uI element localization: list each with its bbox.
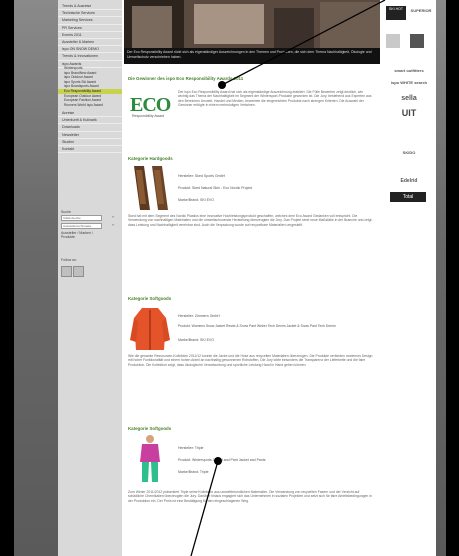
nav-item[interactable]: Trends & Ausreise	[58, 3, 122, 11]
search-row-2: Ausstellersuchmaske »	[61, 223, 119, 229]
category-title: Kategorie Softgoods	[128, 296, 172, 301]
exhibitor-search-link[interactable]: Aussteller / Marken / Produkte	[61, 231, 101, 240]
sponsor-logo-mark[interactable]	[386, 34, 400, 48]
eco-award-logo: ECO Responsibility Award	[130, 94, 172, 124]
nav-main-list: Trends & Ausreise Technische Services Ma…	[58, 3, 122, 68]
sponsor-logo[interactable]: sella	[382, 95, 436, 102]
nav-item[interactable]: Anreise	[58, 110, 122, 118]
search-go-icon[interactable]: »	[112, 215, 117, 219]
hero-photo-graphic	[124, 0, 380, 48]
jacket-product-image	[130, 308, 170, 350]
category-title: Kategorie Hardgoods	[128, 156, 173, 161]
sponsor-logo[interactable]: Total	[390, 192, 426, 202]
ski-suit-product-image	[140, 435, 160, 482]
hero-image	[124, 0, 380, 48]
nav-item[interactable]: Trends & Innovationen	[58, 53, 122, 61]
section-title: Die Gewinner des ispo Eco Responsibility…	[128, 76, 244, 81]
nav-item[interactable]: Downloads	[58, 124, 122, 132]
product-brand: Marke/Brand: SKI EVO	[178, 338, 214, 342]
category-title: Kategorie Softgoods	[128, 426, 172, 431]
hero-caption: Der Eco Responsibility Award rückt sich …	[124, 48, 380, 64]
nav-item[interactable]: Aussteller & Marken	[58, 39, 122, 47]
search-label: Suche	[61, 210, 71, 214]
nav-secondary-list: Anreise Unterkunft & Kulinarik Downloads…	[58, 110, 122, 154]
nav-item[interactable]: Studien	[58, 139, 122, 146]
product-manufacturer: Hersteller: Sked Sports GmbH	[178, 174, 226, 178]
intro-paragraph: Der ispo Eco Responsibility Award hat si…	[178, 90, 372, 108]
screenshot-frame: Trends & Ausreise Technische Services Ma…	[0, 0, 459, 556]
product-manufacturer: Hersteller: Zimmern GmbH	[178, 314, 220, 318]
category-paragraph: Wie die gesamte Ressourcen-Kollektion 20…	[128, 354, 373, 367]
nav-sub-list: Wintersports ispo BrandNew Award ispo Ou…	[58, 66, 122, 107]
facebook-icon[interactable]	[61, 266, 72, 277]
sponsor-logo[interactable]: Edelrid	[382, 178, 436, 184]
sponsor-logo-mark[interactable]	[410, 34, 424, 48]
sponsor-column: SKI HOT SUPERIOR smart outfitters ispo W…	[382, 0, 436, 556]
sponsor-logo[interactable]: UIT	[382, 108, 436, 118]
product-manufacturer: Hersteller: Triple	[178, 446, 204, 450]
search-row-1: Volltextsuche »	[61, 215, 119, 221]
fulltext-search-input[interactable]: Volltextsuche	[61, 215, 102, 221]
main-content: Der Eco Responsibility Award rückt sich …	[124, 0, 380, 556]
category-paragraph: Zum Winter 2011/2012 präsentiert Triple …	[128, 490, 372, 503]
sponsor-logo[interactable]: SKIDO	[382, 150, 436, 155]
category-paragraph: Sked hat mit dem Segment des Nordic Plas…	[128, 214, 373, 227]
exhibitor-search-input[interactable]: Ausstellersuchmaske	[61, 223, 102, 229]
sponsor-logo[interactable]: smart outfitters	[382, 68, 436, 73]
nav-item[interactable]: Events 2011	[58, 32, 122, 39]
product-brand: Marke/Brand: Triple	[178, 470, 209, 474]
ski-product-image	[134, 166, 168, 210]
product-name: Produkt: Womens Snow Jacket Resist & Sno…	[178, 324, 336, 328]
nav-sub-item[interactable]: Runners World ispo Award	[58, 103, 122, 108]
nav-item[interactable]: Technische Services	[58, 10, 122, 18]
browser-page: Trends & Ausreise Technische Services Ma…	[14, 0, 446, 556]
nav-item[interactable]: Marketing Services	[58, 17, 122, 25]
sponsor-logo[interactable]: SKI HOT	[386, 6, 406, 20]
search-panel: Suche Volltextsuche » Ausstellersuchmask…	[61, 210, 119, 241]
follow-us-label: Follow us:	[61, 258, 77, 262]
search-go-icon[interactable]: »	[112, 223, 117, 227]
nav-item[interactable]: Kontakt	[58, 146, 122, 154]
nav-item[interactable]: PR Services	[58, 25, 122, 32]
nav-item[interactable]: Unterkunft & Kulinarik	[58, 117, 122, 125]
sponsor-logo[interactable]: SUPERIOR	[408, 8, 434, 13]
nav-item[interactable]: Newsletter	[58, 132, 122, 139]
product-name: Produkt: Sked Natural Skin - Eco Nordic …	[178, 186, 253, 190]
product-brand: Marke/Brand: SKI EVO	[178, 198, 214, 202]
eco-logo-sub: Responsibility Award	[132, 114, 165, 118]
sponsor-logo[interactable]: ispo WHITE search	[382, 80, 436, 85]
website: Trends & Ausreise Technische Services Ma…	[58, 0, 436, 556]
left-navigation: Trends & Ausreise Technische Services Ma…	[58, 0, 122, 556]
twitter-icon[interactable]	[73, 266, 84, 277]
nav-item[interactable]: ispo ON SNOW DEMO	[58, 46, 122, 54]
product-name: Produkt: Wintersports Jacket and Pant Ja…	[178, 458, 266, 462]
